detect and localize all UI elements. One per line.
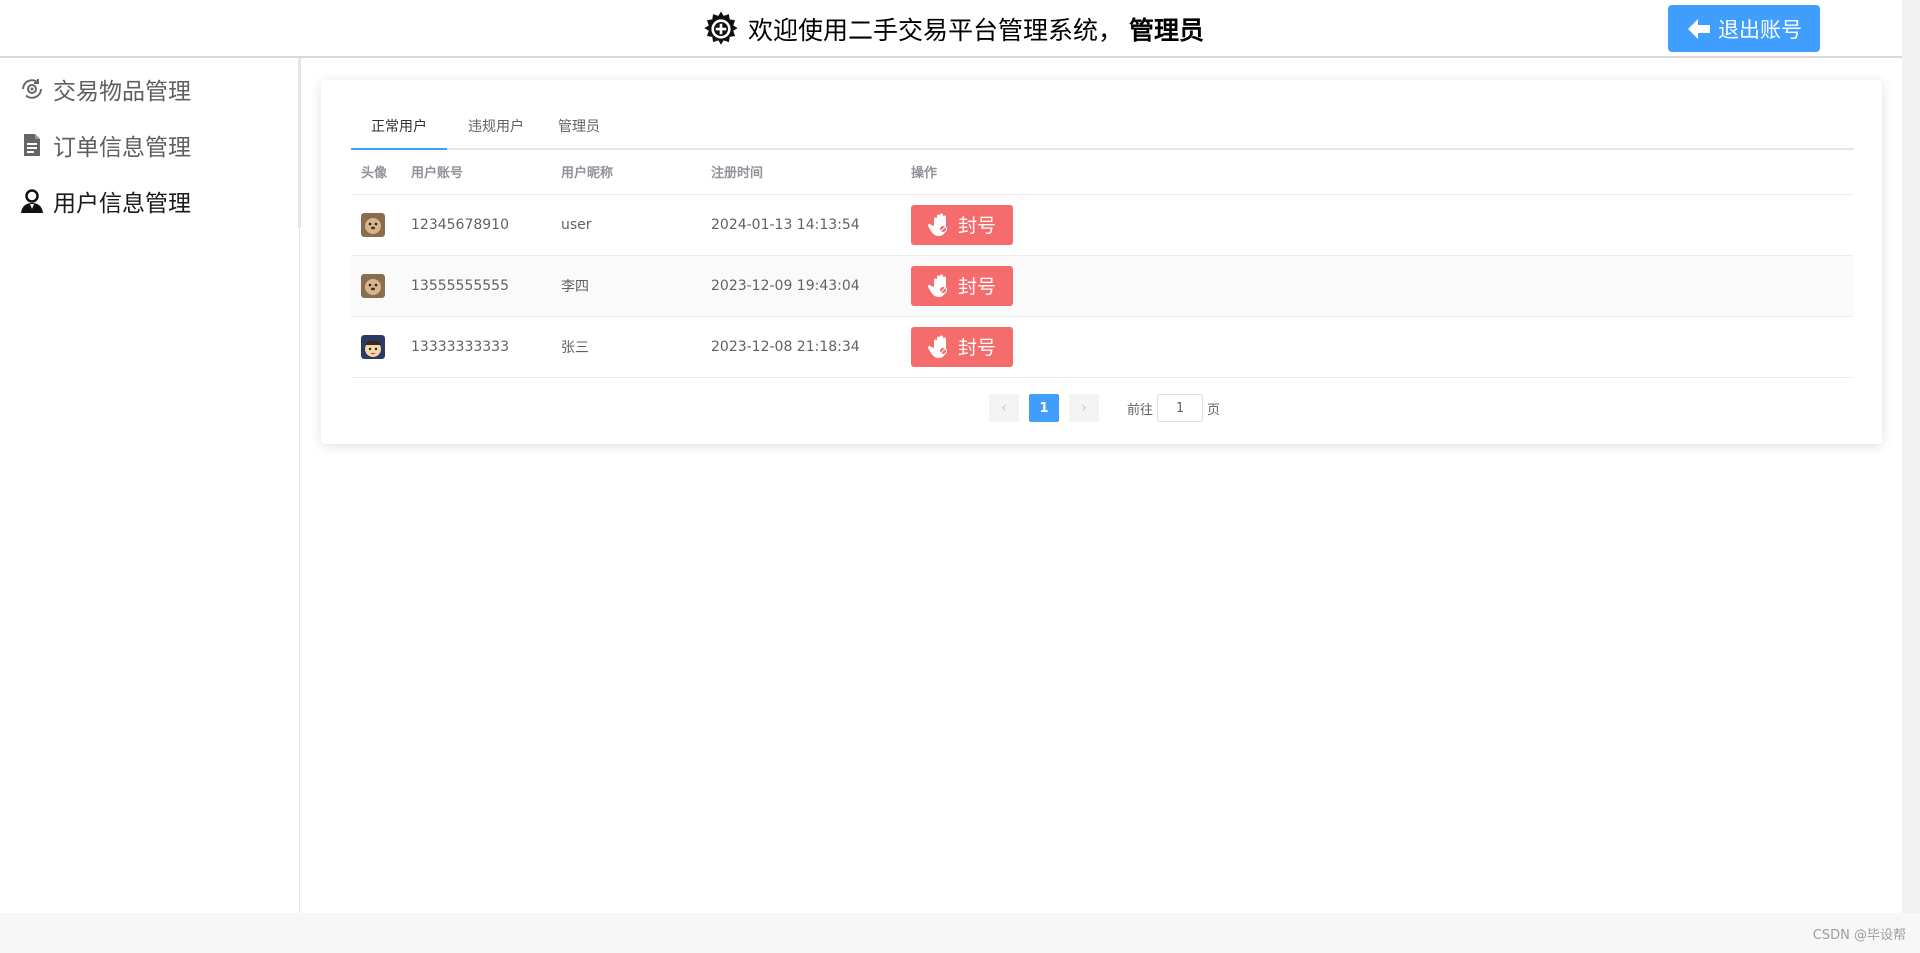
- back-arrow-icon: [1688, 18, 1710, 39]
- registered-cell: 2024-01-13 14:13:54: [701, 194, 901, 256]
- registered-cell: 2023-12-08 21:18:34: [701, 316, 901, 378]
- users-table: 头像 用户账号 用户昵称 注册时间 操作 12345678910 user 20…: [351, 150, 1854, 378]
- jump-suffix: 页: [1207, 402, 1221, 418]
- document-icon: [24, 134, 40, 156]
- page-number-current[interactable]: 1: [1029, 394, 1059, 422]
- action-cell: 封号: [901, 316, 1854, 378]
- table-header-row: 头像 用户账号 用户昵称 注册时间 操作: [351, 150, 1854, 195]
- account-cell: 13555555555: [401, 255, 551, 317]
- dog-avatar: [361, 212, 385, 237]
- table-row: 13333333333 张三 2023-12-08 21:18:34 封号: [351, 316, 1854, 378]
- column-header-nickname: 用户昵称: [551, 150, 701, 195]
- nickname-cell: 李四: [551, 255, 701, 317]
- logout-label: 退出账号: [1718, 17, 1802, 42]
- chevron-right-icon: ›: [1081, 400, 1087, 416]
- refresh-eye-icon: [22, 79, 42, 99]
- cartoon-avatar: [361, 334, 385, 359]
- avatar-cell: [351, 194, 401, 256]
- user-tabs: 正常用户 违规用户 管理员: [351, 102, 1854, 150]
- dog-avatar: [361, 273, 385, 298]
- column-header-action: 操作: [901, 150, 1854, 195]
- avatar-cell: [351, 316, 401, 378]
- next-page-button[interactable]: ›: [1069, 394, 1099, 422]
- stop-hand-icon: [927, 335, 947, 358]
- welcome-text: 欢迎使用二手交易平台管理系统，: [748, 16, 1124, 45]
- sidebar: 交易物品管理 订单信息管理 用户信息管理: [0, 58, 301, 913]
- tab-normal-users[interactable]: 正常用户: [371, 102, 427, 150]
- account-cell: 12345678910: [401, 194, 551, 256]
- column-header-registered: 注册时间: [701, 150, 901, 195]
- column-header-avatar: 头像: [351, 150, 401, 195]
- account-cell: 13333333333: [401, 316, 551, 378]
- sidebar-item-label: 用户信息管理: [53, 191, 191, 217]
- table-row: 13555555555 李四 2023-12-09 19:43:04 封号: [351, 255, 1854, 317]
- action-cell: 封号: [901, 194, 1854, 256]
- sidebar-item-orders[interactable]: 订单信息管理: [0, 117, 298, 173]
- sidebar-item-goods[interactable]: 交易物品管理: [0, 61, 298, 117]
- ban-button[interactable]: 封号: [911, 265, 1013, 306]
- welcome-title: 欢迎使用二手交易平台管理系统， 管理员: [700, 6, 1204, 52]
- gear-icon: [704, 11, 738, 45]
- sidebar-item-label: 订单信息管理: [53, 135, 191, 161]
- watermark: CSDN @毕设帮: [1812, 928, 1906, 943]
- table-row: 12345678910 user 2024-01-13 14:13:54 封号: [351, 194, 1854, 256]
- column-header-account: 用户账号: [401, 150, 551, 195]
- sidebar-item-label: 交易物品管理: [53, 79, 191, 105]
- pagination: ‹ 1 › 前往 页: [989, 394, 1220, 422]
- tab-admins[interactable]: 管理员: [558, 102, 600, 150]
- tab-label: 违规用户: [468, 119, 524, 135]
- registered-cell: 2023-12-09 19:43:04: [701, 255, 901, 317]
- stop-hand-icon: [927, 213, 947, 236]
- ban-button[interactable]: 封号: [911, 204, 1013, 245]
- sidebar-item-users[interactable]: 用户信息管理: [0, 173, 298, 229]
- chevron-left-icon: ‹: [1001, 400, 1007, 416]
- nickname-cell: user: [551, 194, 701, 256]
- bottom-strip: [0, 913, 1920, 953]
- stop-hand-icon: [927, 274, 947, 297]
- admin-name: 管理员: [1129, 16, 1205, 45]
- user-icon: [21, 189, 43, 213]
- nickname-cell: 张三: [551, 316, 701, 378]
- page-scrollbar[interactable]: [1902, 0, 1920, 913]
- ban-button[interactable]: 封号: [911, 326, 1013, 367]
- sidebar-divider: [298, 58, 301, 228]
- tab-label: 正常用户: [371, 119, 427, 135]
- prev-page-button[interactable]: ‹: [989, 394, 1019, 422]
- top-header: 欢迎使用二手交易平台管理系统， 管理员 退出账号: [0, 0, 1902, 58]
- ban-label: 封号: [957, 276, 996, 298]
- jump-prefix: 前往: [1127, 402, 1154, 418]
- tab-violation-users[interactable]: 违规用户: [468, 102, 524, 150]
- avatar-cell: [351, 255, 401, 317]
- ban-label: 封号: [957, 337, 996, 359]
- user-management-card: 正常用户 违规用户 管理员 头像 用户账号 用户昵称 注册时间 操作 12345…: [321, 80, 1882, 444]
- ban-label: 封号: [957, 215, 996, 237]
- logout-button[interactable]: 退出账号: [1668, 5, 1820, 52]
- tab-label: 管理员: [558, 119, 600, 135]
- page-jump-input[interactable]: [1157, 394, 1204, 422]
- action-cell: 封号: [901, 255, 1854, 317]
